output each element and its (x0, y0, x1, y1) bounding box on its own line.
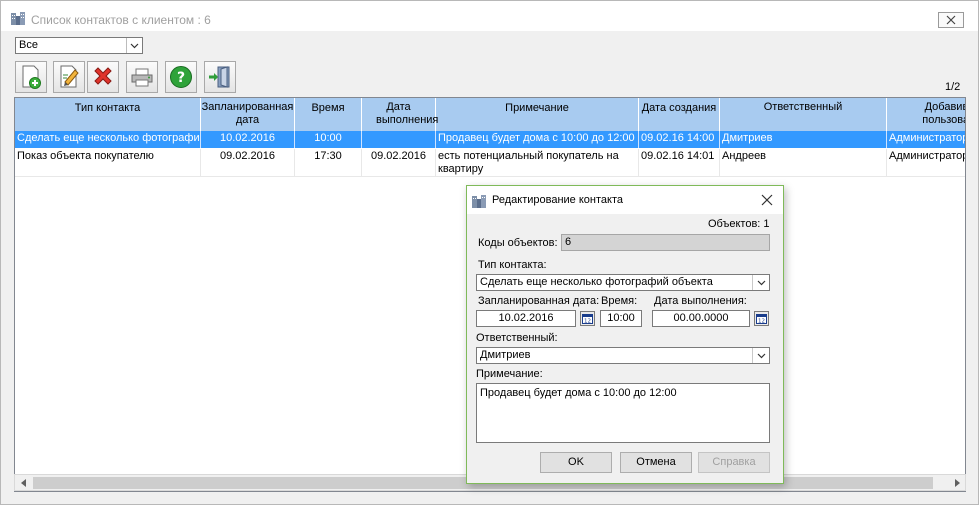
add-document-icon (22, 65, 41, 89)
cell-responsible: Дмитриев (720, 131, 887, 148)
printer-icon (131, 68, 153, 87)
chevron-down-icon[interactable] (752, 275, 769, 290)
close-icon (946, 15, 956, 25)
ok-button[interactable]: OK (540, 452, 612, 473)
scroll-left-icon[interactable] (15, 475, 32, 490)
column-header-time[interactable]: Время (295, 98, 362, 131)
cell-added-by: Администратор (887, 131, 965, 148)
time-input[interactable]: 10:00 (600, 310, 642, 327)
column-header-note[interactable]: Примечание (436, 98, 639, 131)
cell-planned-date: 09.02.2016 (201, 149, 295, 176)
column-header-added-by[interactable]: Добавивший пользователь (887, 98, 965, 131)
cell-time: 17:30 (295, 149, 362, 176)
time-label: Время: (601, 295, 638, 307)
cell-planned-date: 10.02.2016 (201, 131, 295, 148)
edit-contact-dialog: Редактирование контакта Объектов: 1 Коды… (466, 185, 784, 484)
column-header-planned-date[interactable]: Запланированная дата (201, 98, 295, 131)
column-header-done-date[interactable]: Дата выполнения (362, 98, 438, 131)
codes-field: 6 (561, 234, 770, 251)
buildings-icon (11, 12, 25, 25)
done-date-input[interactable]: 00.00.0000 (652, 310, 750, 327)
responsible-select[interactable]: Дмитриев (476, 347, 770, 364)
cell-time: 10:00 (295, 131, 362, 148)
calendar-icon: 12 (582, 314, 593, 325)
column-header-added-by-label: Добавивший пользователь (922, 101, 965, 126)
filter-value: Все (19, 39, 38, 51)
delete-contact-button[interactable] (87, 61, 119, 93)
page-indicator: 1/2 (945, 81, 961, 93)
cell-done-date (362, 131, 436, 148)
window-title: Список контактов с клиентом : 6 (31, 13, 211, 27)
help-button[interactable]: ? (165, 61, 197, 93)
svg-text:12: 12 (584, 319, 591, 325)
title-bar: Список контактов с клиентом : 6 (1, 1, 978, 31)
column-header-created[interactable]: Дата создания (639, 98, 720, 131)
table-row[interactable]: Показ объекта покупателю 09.02.2016 17:3… (15, 149, 965, 177)
responsible-value: Дмитриев (480, 349, 531, 361)
cell-type: Показ объекта покупателю (15, 149, 201, 176)
dialog-title-bar: Редактирование контакта (467, 186, 783, 214)
grid-header: Тип контакта Запланированная дата Время … (15, 98, 965, 131)
note-label: Примечание: (476, 368, 543, 380)
cell-responsible: Андреев (720, 149, 887, 176)
delete-icon (94, 67, 112, 85)
cell-added-by: Администратор (887, 149, 965, 176)
planned-date-calendar-button[interactable]: 12 (580, 311, 595, 326)
type-label: Тип контакта: (478, 259, 547, 271)
window-close-button[interactable] (938, 12, 964, 28)
svg-text:?: ? (177, 70, 185, 86)
planned-date-label: Запланированная дата: (478, 295, 600, 307)
buildings-icon (472, 195, 486, 208)
cancel-button[interactable]: Отмена (620, 452, 692, 473)
chevron-down-icon[interactable] (126, 38, 142, 53)
cell-type: Сделать еще несколько фотографий объекта (15, 131, 201, 148)
exit-button[interactable] (204, 61, 236, 93)
calendar-icon: 12 (756, 314, 767, 325)
dialog-title: Редактирование контакта (492, 194, 623, 206)
edit-contact-button[interactable] (53, 61, 85, 93)
column-header-responsible[interactable]: Ответственный (720, 98, 887, 131)
note-textarea[interactable]: Продавец будет дома с 10:00 до 12:00 (476, 383, 770, 443)
done-date-label: Дата выполнения: (654, 295, 747, 307)
help-button-dialog: Справка (698, 452, 770, 473)
print-button[interactable] (126, 61, 158, 93)
svg-text:12: 12 (758, 319, 765, 325)
contact-type-select[interactable]: Сделать еще несколько фотографий объекта (476, 274, 770, 291)
filter-select[interactable]: Все (15, 37, 143, 54)
objects-count: Объектов: 1 (708, 218, 770, 230)
table-row[interactable]: Сделать еще несколько фотографий объекта… (15, 131, 965, 148)
planned-date-input[interactable]: 10.02.2016 (476, 310, 576, 327)
chevron-down-icon[interactable] (752, 348, 769, 363)
exit-door-icon (209, 66, 230, 88)
add-contact-button[interactable] (15, 61, 47, 93)
help-icon: ? (170, 66, 192, 88)
edit-document-icon (60, 65, 79, 88)
cell-note: Продавец будет дома с 10:00 до 12:00 (436, 131, 639, 148)
cell-note: есть потенциальный покупатель на квартир… (436, 149, 639, 176)
cell-created: 09.02.16 14:01 (639, 149, 720, 176)
scroll-right-icon[interactable] (948, 475, 965, 490)
contact-type-value: Сделать еще несколько фотографий объекта (480, 276, 713, 288)
done-date-calendar-button[interactable]: 12 (754, 311, 769, 326)
cell-created: 09.02.16 14:00 (639, 131, 720, 148)
column-header-type[interactable]: Тип контакта (15, 98, 201, 131)
close-icon[interactable] (760, 193, 774, 207)
cell-done-date: 09.02.2016 (362, 149, 436, 176)
codes-label: Коды объектов: (478, 237, 558, 249)
responsible-label: Ответственный: (476, 332, 558, 344)
